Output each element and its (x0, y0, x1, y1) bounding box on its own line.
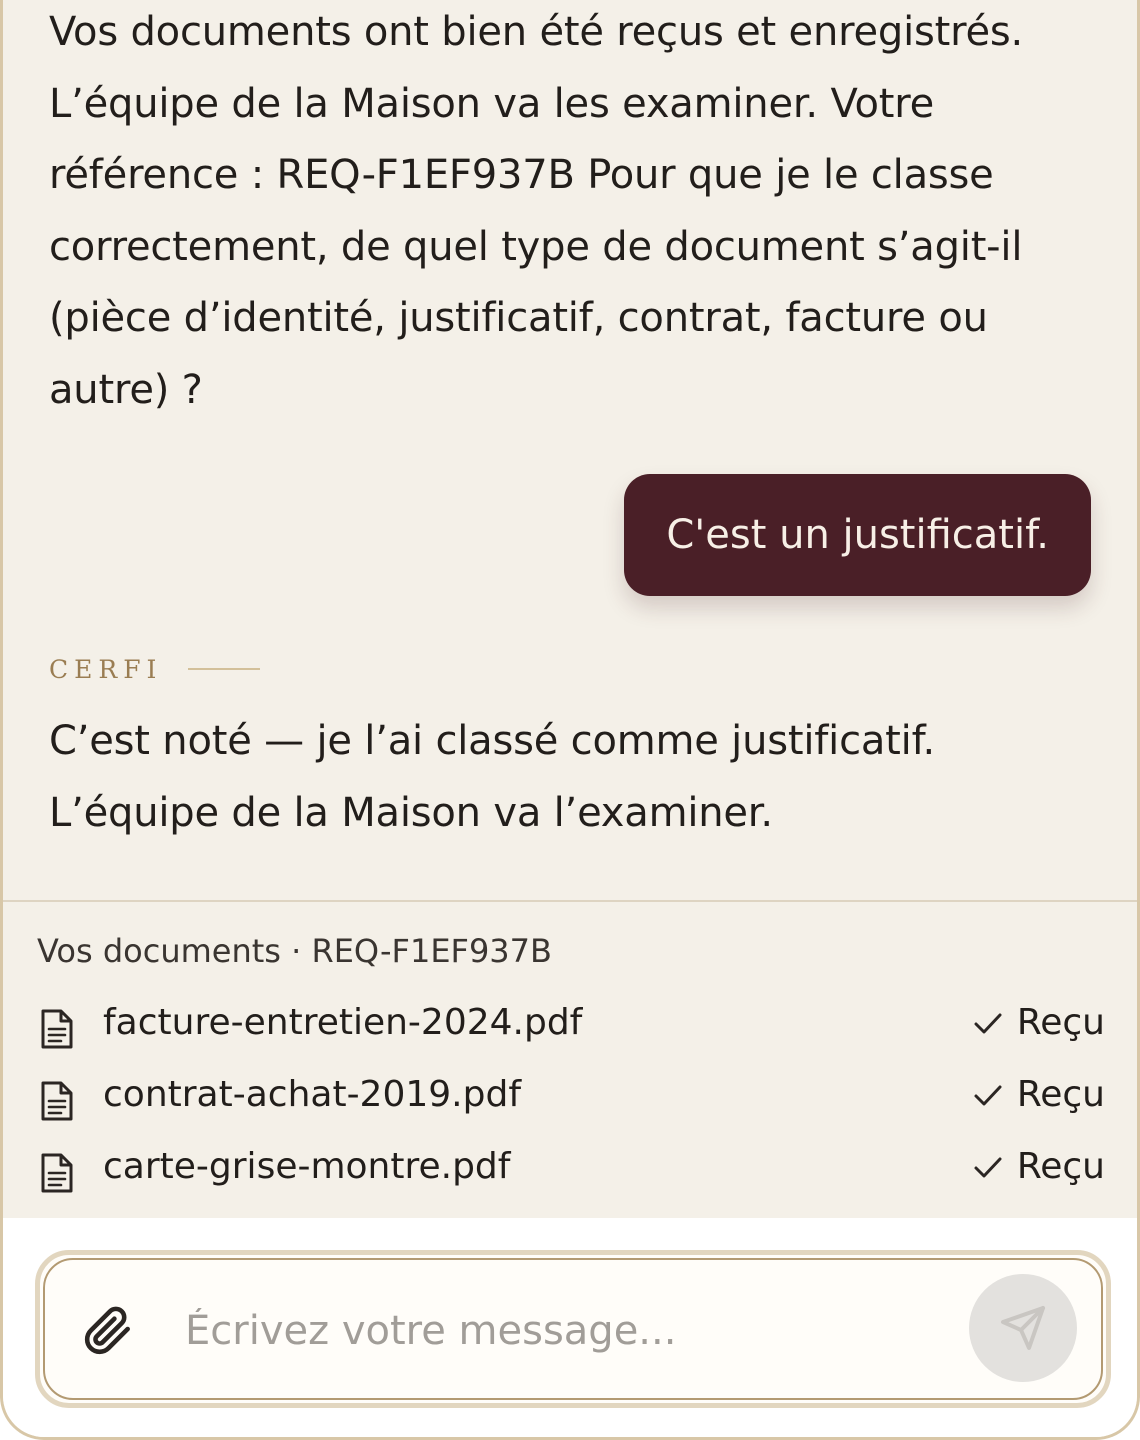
composer-area (3, 1218, 1137, 1437)
check-icon (974, 1085, 1002, 1105)
paperclip-icon[interactable] (83, 1306, 133, 1356)
check-icon (974, 1013, 1002, 1033)
file-icon (41, 1153, 73, 1193)
documents-panel: Vos documents · REQ-F1EF937B facture-ent… (3, 900, 1137, 1218)
composer-frame (43, 1258, 1103, 1400)
documents-title: Vos documents · REQ-F1EF937B (37, 932, 552, 970)
document-row[interactable]: contrat-achat-2019.pdf Reçu (37, 1070, 1105, 1130)
sender-divider (188, 668, 261, 670)
sender-name: CERFI (49, 654, 163, 684)
assistant-message: Vos documents ont bien été reçus et enre… (49, 9, 1024, 413)
chat-panel: Vos documents ont bien été reçus et enre… (0, 0, 1140, 1440)
assistant-sender-label: CERFI (49, 652, 261, 686)
document-row[interactable]: carte-grise-montre.pdf Reçu (37, 1142, 1105, 1202)
message-input[interactable] (183, 1286, 943, 1376)
message-composer (35, 1250, 1111, 1408)
file-icon (41, 1081, 73, 1121)
document-filename: contrat-achat-2019.pdf (103, 1074, 521, 1115)
check-icon (974, 1157, 1002, 1177)
document-filename: facture-entretien-2024.pdf (103, 1002, 583, 1043)
status-label: Reçu (1016, 1074, 1105, 1115)
send-button[interactable] (969, 1274, 1077, 1382)
status-label: Reçu (1016, 1002, 1105, 1043)
document-status: Reçu (973, 1002, 1105, 1043)
status-label: Reçu (1016, 1146, 1105, 1187)
user-message-bubble: C'est un justificatif. (624, 474, 1091, 596)
send-icon (1001, 1306, 1045, 1350)
document-status: Reçu (973, 1146, 1105, 1187)
document-filename: carte-grise-montre.pdf (103, 1146, 511, 1187)
file-icon (41, 1009, 73, 1049)
assistant-message: C’est noté — je l’ai classé comme justif… (49, 718, 936, 836)
document-row[interactable]: facture-entretien-2024.pdf Reçu (37, 998, 1105, 1058)
document-status: Reçu (973, 1074, 1105, 1115)
